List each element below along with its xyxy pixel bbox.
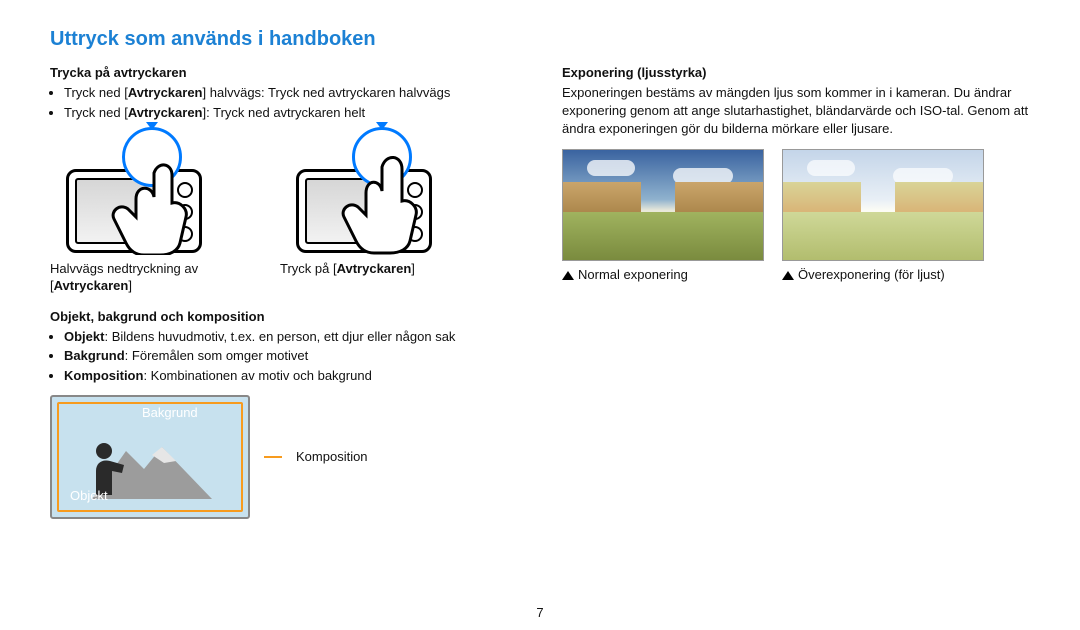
composition-bullet-3: Komposition: Kombinationen av motiv och … [64, 367, 518, 385]
shutter-bullet-1: Tryck ned [Avtryckaren] halvvägs: Tryck … [64, 84, 518, 102]
person-icon [90, 441, 128, 495]
arrow-down-icon [146, 122, 158, 130]
figure-normal-exposure: Normal exponering [562, 149, 764, 282]
left-column: Trycka på avtryckaren Tryck ned [Avtryck… [50, 65, 518, 519]
triangle-up-icon [782, 271, 794, 280]
right-column: Exponering (ljusstyrka) Exponeringen bes… [562, 65, 1030, 519]
callout-line-icon [264, 456, 282, 458]
exposure-paragraph: Exponeringen bestäms av mängden ljus som… [562, 84, 1030, 139]
photo-over [782, 149, 984, 261]
heading-exposure: Exponering (ljusstyrka) [562, 65, 1030, 80]
page-title: Uttryck som används i handboken [50, 28, 1030, 51]
triangle-up-icon [562, 271, 574, 280]
figure-over-exposure: Överexponering (för ljust) [782, 149, 984, 282]
figure-half-press: Halvvägs nedtryckning av [Avtryckaren] [50, 131, 260, 295]
hand-icon [110, 145, 200, 255]
label-komposition: Komposition [296, 449, 368, 464]
caption-over: Överexponering (för ljust) [782, 267, 984, 282]
composition-bullets: Objekt: Bildens huvudmotiv, t.ex. en per… [50, 328, 518, 385]
content-columns: Trycka på avtryckaren Tryck ned [Avtryck… [50, 65, 1030, 519]
figure-half-press-caption: Halvvägs nedtryckning av [Avtryckaren] [50, 261, 260, 295]
hand-icon [340, 145, 430, 255]
heading-shutter: Trycka på avtryckaren [50, 65, 518, 80]
shutter-bullet-2: Tryck ned [Avtryckaren]: Tryck ned avtry… [64, 104, 518, 122]
heading-composition: Objekt, bakgrund och komposition [50, 309, 518, 324]
exposure-figures: Normal exponering Överexponering (för lj… [562, 149, 1030, 282]
photo-normal [562, 149, 764, 261]
shutter-figures: Halvvägs nedtryckning av [Avtryckaren] [50, 131, 518, 295]
arrow-down-icon [376, 122, 388, 130]
label-objekt: Objekt [70, 488, 108, 503]
shutter-bullets: Tryck ned [Avtryckaren] halvvägs: Tryck … [50, 84, 518, 121]
manual-page: Uttryck som används i handboken Trycka p… [0, 0, 1080, 630]
figure-full-press-caption: Tryck på [Avtryckaren] [280, 261, 490, 278]
label-bakgrund: Bakgrund [142, 405, 198, 420]
page-number: 7 [536, 605, 543, 620]
figure-full-press: Tryck på [Avtryckaren] [280, 131, 490, 295]
caption-normal: Normal exponering [562, 267, 764, 282]
composition-bullet-1: Objekt: Bildens huvudmotiv, t.ex. en per… [64, 328, 518, 346]
figure-composition: Bakgrund Objekt Komposition [50, 395, 518, 519]
composition-illustration: Bakgrund Objekt [50, 395, 250, 519]
composition-bullet-2: Bakgrund: Föremålen som omger motivet [64, 347, 518, 365]
